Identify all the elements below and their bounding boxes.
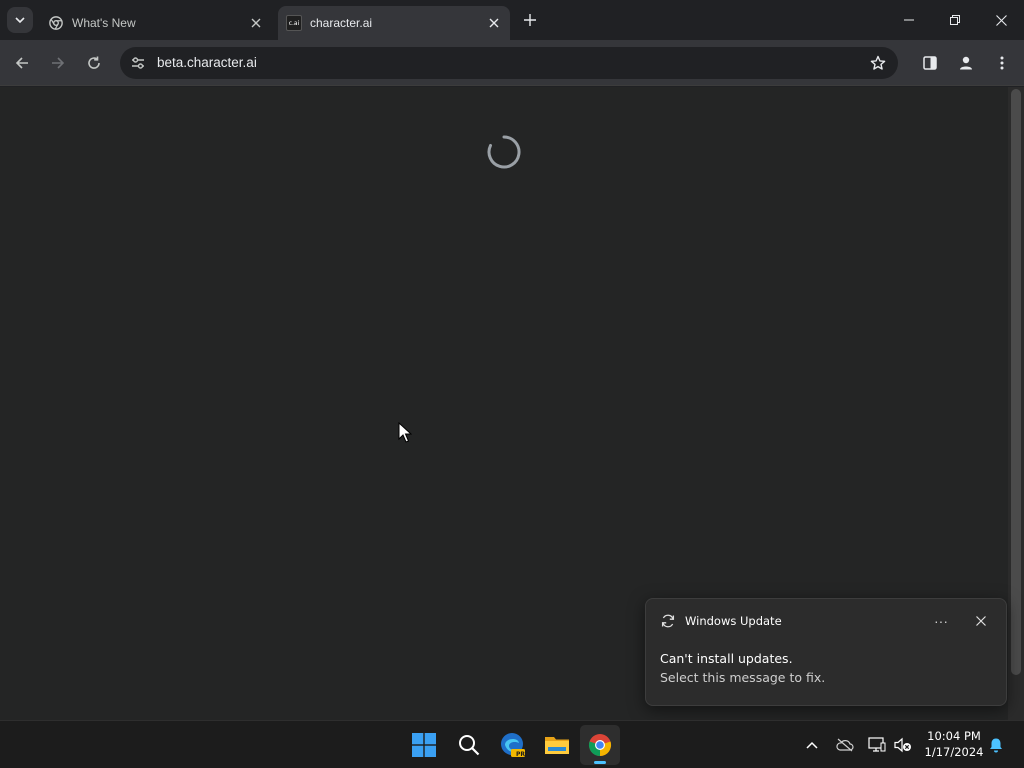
volume-button[interactable]: [891, 733, 915, 757]
tab-title: character.ai: [310, 16, 373, 30]
menu-button[interactable]: [988, 49, 1016, 77]
side-panel-button[interactable]: [916, 49, 944, 77]
loading-spinner-icon: [486, 134, 522, 175]
notification-close-button[interactable]: [969, 609, 993, 633]
restore-button[interactable]: [932, 0, 978, 40]
bell-icon: [990, 738, 1002, 753]
edge-preview-button[interactable]: PRE: [493, 725, 533, 765]
more-vertical-icon: [1000, 56, 1004, 70]
forward-button[interactable]: [44, 49, 72, 77]
close-tab-icon[interactable]: [246, 13, 266, 33]
clock-time: 10:04 PM: [927, 729, 981, 743]
close-icon: [995, 14, 1007, 26]
profile-button[interactable]: [952, 49, 980, 77]
arrow-left-icon: [15, 57, 28, 69]
chrome-taskbar-button[interactable]: [580, 725, 620, 765]
character-ai-favicon-icon: c.ai: [286, 15, 302, 31]
windows-logo-icon: [412, 733, 436, 757]
close-window-button[interactable]: [978, 0, 1024, 40]
star-icon: [870, 55, 886, 70]
chrome-icon: [48, 15, 64, 31]
plus-icon: [524, 14, 536, 26]
page-scrollbar[interactable]: [1008, 87, 1024, 720]
url-text: beta.character.ai: [157, 55, 257, 70]
clock-date: 1/17/2024: [924, 745, 984, 759]
tune-icon: [132, 57, 144, 69]
back-button[interactable]: [8, 49, 36, 77]
mouse-pointer-icon: [398, 421, 413, 449]
chrome-icon: [588, 734, 612, 757]
clock[interactable]: 10:04 PM 1/17/2024: [918, 728, 990, 760]
site-info-button[interactable]: [124, 49, 152, 77]
show-hidden-icons-button[interactable]: [800, 733, 824, 757]
tab-title: What's New: [72, 16, 136, 30]
active-app-indicator: [594, 761, 606, 764]
minimize-button[interactable]: [886, 0, 932, 40]
chevron-down-icon: [15, 17, 25, 24]
favicon: c.ai: [286, 15, 302, 31]
tab-search-button[interactable]: [7, 7, 33, 33]
close-tab-icon[interactable]: [484, 13, 504, 33]
scrollbar-thumb[interactable]: [1011, 89, 1021, 675]
bookmark-button[interactable]: [864, 49, 892, 77]
file-explorer-button[interactable]: [537, 725, 577, 765]
edge-preview-badge: PRE: [516, 751, 530, 758]
file-explorer-icon: [545, 737, 569, 754]
reload-button[interactable]: [80, 49, 108, 77]
browser-toolbar: beta.character.ai: [0, 40, 1024, 86]
tab-whats-new[interactable]: What's New: [40, 6, 272, 40]
notification-app-name: Windows Update: [685, 614, 782, 628]
tab-character-ai[interactable]: c.ai character.ai: [278, 6, 510, 40]
sync-icon: [660, 613, 676, 629]
notifications-button[interactable]: [984, 733, 1008, 757]
notification-body: Select this message to fix.: [660, 670, 826, 685]
volume-muted-icon: [894, 737, 911, 753]
start-button[interactable]: [404, 725, 444, 765]
search-icon: [459, 735, 480, 756]
screen: What's New c.ai character.ai beta.charac…: [0, 0, 1024, 768]
side-panel-icon: [923, 56, 937, 70]
more-horizontal-icon: ···: [934, 613, 948, 629]
notification-more-button[interactable]: ···: [929, 609, 953, 633]
address-bar[interactable]: beta.character.ai: [120, 47, 898, 79]
onedrive-button[interactable]: [833, 733, 857, 757]
close-icon: [976, 616, 986, 626]
windows-update-notification[interactable]: Windows Update ··· Can't install updates…: [645, 598, 1007, 706]
network-button[interactable]: [865, 733, 889, 757]
minimize-icon: [904, 19, 914, 21]
tab-strip: What's New c.ai character.ai: [0, 0, 1024, 40]
profile-icon: [960, 56, 972, 70]
arrow-right-icon: [52, 57, 65, 69]
cloud-off-icon: [836, 738, 854, 752]
taskbar: PRE 10:04 PM 1/17/2024: [0, 720, 1024, 768]
chevron-up-icon: [806, 741, 818, 749]
reload-icon: [88, 56, 100, 69]
new-tab-button[interactable]: [518, 8, 542, 32]
network-icon: [868, 737, 886, 752]
notification-title: Can't install updates.: [660, 651, 793, 666]
taskbar-search-button[interactable]: [449, 725, 489, 765]
restore-icon: [950, 15, 960, 25]
